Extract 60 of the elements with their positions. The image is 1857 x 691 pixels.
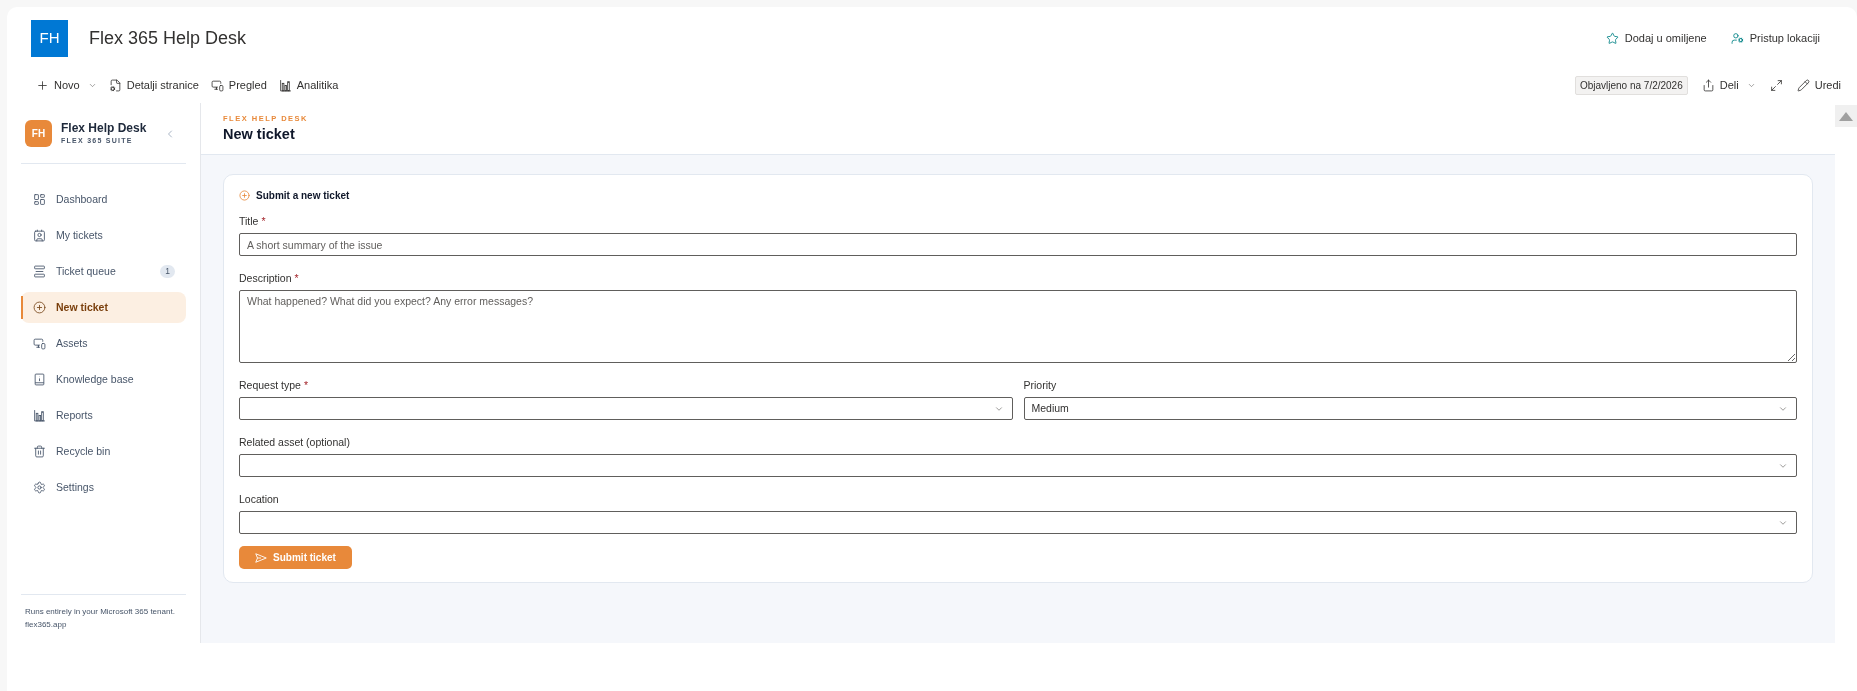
command-button[interactable]: Uredi bbox=[1796, 73, 1841, 97]
book-icon bbox=[33, 373, 46, 386]
bar-chart-icon bbox=[278, 78, 292, 92]
devices-icon bbox=[210, 78, 224, 92]
user-gear-icon bbox=[1730, 32, 1744, 45]
field-label: Priority bbox=[1023, 378, 1057, 392]
field-label: Title * bbox=[239, 214, 266, 228]
contact-card-icon bbox=[33, 229, 46, 242]
expand-icon bbox=[1769, 78, 1783, 92]
field-label: Description * bbox=[239, 271, 299, 285]
dashboard-icon bbox=[33, 193, 46, 206]
nav-item[interactable]: Knowledge base bbox=[21, 364, 186, 395]
nav-item[interactable]: Assets bbox=[21, 328, 186, 359]
dropdown-field[interactable] bbox=[239, 454, 1797, 477]
form-heading: Submit a new ticket bbox=[256, 188, 350, 203]
trash-icon bbox=[33, 445, 46, 458]
footer-text: flex365.app bbox=[25, 619, 68, 631]
site-title[interactable]: Flex 365 Help Desk bbox=[89, 25, 247, 52]
command-button[interactable]: Pregled bbox=[210, 73, 267, 97]
nav-item[interactable]: Reports bbox=[21, 400, 186, 431]
header-action-link[interactable]: Dodaj u omiljene bbox=[1605, 30, 1707, 47]
nav-item[interactable]: Settings bbox=[21, 472, 186, 503]
command-button[interactable]: Analitika bbox=[278, 73, 339, 97]
field-label: Related asset (optional) bbox=[239, 435, 350, 449]
star-icon bbox=[1605, 32, 1619, 45]
nav-item[interactable]: Recycle bin bbox=[21, 436, 186, 467]
triangle-up-icon bbox=[1839, 111, 1853, 121]
file-gear-icon bbox=[108, 78, 122, 92]
plus-circle-icon bbox=[33, 301, 46, 314]
nav-item[interactable]: Dashboard bbox=[21, 184, 186, 215]
app-logo: FH bbox=[25, 120, 52, 147]
pencil-icon bbox=[1796, 78, 1810, 92]
command-button[interactable]: Deli bbox=[1701, 73, 1756, 97]
header-action-link[interactable]: Pristup lokaciji bbox=[1730, 30, 1820, 47]
command-button[interactable]: Novo bbox=[36, 73, 97, 97]
nav-item[interactable]: New ticket bbox=[21, 292, 186, 323]
bar-chart-icon bbox=[33, 409, 46, 422]
plus-circle-icon bbox=[239, 189, 250, 201]
nav-item[interactable]: My tickets bbox=[21, 220, 186, 251]
dropdown-field[interactable]: Medium bbox=[1023, 397, 1797, 420]
dropdown-field[interactable] bbox=[239, 511, 1797, 534]
footer-text: Runs entirely in your Microsoft 365 tenant. bbox=[25, 606, 176, 618]
text-area-field[interactable]: What happened? What did you expect? Any error messages? bbox=[239, 290, 1797, 363]
share-icon bbox=[1701, 78, 1715, 92]
nav-item[interactable]: Ticket queue 1 bbox=[21, 256, 186, 287]
plus-icon bbox=[36, 78, 49, 92]
settings-icon bbox=[33, 481, 46, 494]
count-badge: 1 bbox=[160, 265, 175, 278]
text-field[interactable]: A short summary of the issue bbox=[239, 233, 1797, 256]
field-label: Location bbox=[239, 492, 279, 506]
stack-icon bbox=[33, 265, 46, 278]
site-logo: FH bbox=[31, 20, 68, 57]
command-button[interactable]: Detalji stranice bbox=[108, 73, 199, 97]
devices-icon bbox=[33, 337, 46, 350]
dropdown-field[interactable] bbox=[239, 397, 1013, 420]
published-status-badge: Objavljeno na 7/2/2026 bbox=[1574, 75, 1688, 95]
paper-plane-icon bbox=[255, 552, 268, 563]
field-label: Request type * bbox=[239, 378, 308, 392]
page-title: New ticket bbox=[223, 125, 295, 144]
app-name: Flex Help Desk bbox=[61, 121, 147, 136]
